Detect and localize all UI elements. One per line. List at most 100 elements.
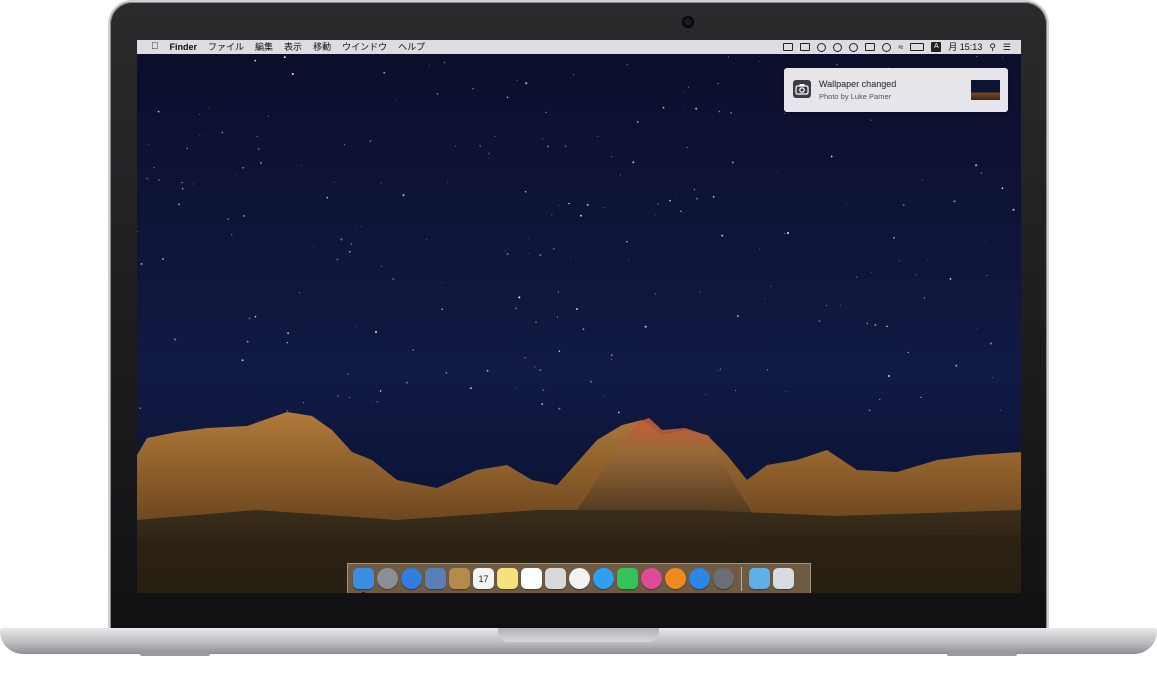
star bbox=[283, 56, 286, 59]
lid-opening-notch bbox=[498, 628, 659, 642]
star bbox=[784, 113, 786, 115]
menu-help[interactable]: ヘルプ bbox=[398, 40, 425, 54]
dock-downloads-icon[interactable] bbox=[749, 568, 770, 589]
star bbox=[337, 395, 339, 397]
menu-app-name[interactable]: Finder bbox=[170, 40, 198, 54]
star bbox=[441, 308, 443, 311]
star bbox=[684, 106, 685, 108]
star bbox=[246, 340, 249, 343]
star bbox=[524, 191, 527, 193]
menu-view[interactable]: 表示 bbox=[284, 40, 302, 54]
star bbox=[579, 214, 583, 217]
search-icon[interactable]: ⚲ bbox=[989, 40, 996, 54]
battery-small-icon[interactable] bbox=[800, 43, 811, 51]
star bbox=[375, 331, 377, 333]
menu-clock[interactable]: 月 15:13 bbox=[948, 40, 982, 54]
notification-title: Wallpaper changed bbox=[819, 79, 897, 89]
dock-finder-icon[interactable] bbox=[353, 568, 374, 593]
star bbox=[611, 155, 613, 157]
star bbox=[870, 119, 872, 121]
star bbox=[786, 232, 790, 235]
camera-icon bbox=[793, 80, 811, 98]
camera-icon[interactable] bbox=[817, 42, 827, 52]
star bbox=[628, 259, 630, 261]
input-source-indicator[interactable]: A bbox=[931, 42, 942, 52]
star bbox=[575, 308, 578, 310]
star bbox=[718, 110, 721, 113]
dock-ibooks-icon[interactable] bbox=[665, 568, 686, 589]
star bbox=[406, 382, 408, 384]
star bbox=[830, 155, 833, 158]
star bbox=[267, 115, 269, 117]
dock-reminders-icon[interactable] bbox=[521, 568, 542, 589]
dock-itunes-icon[interactable] bbox=[641, 568, 662, 589]
apple-icon[interactable]:  bbox=[151, 40, 159, 54]
star bbox=[242, 167, 244, 169]
dock-system-preferences-icon[interactable] bbox=[713, 568, 734, 589]
list-icon[interactable]: ☰ bbox=[1003, 40, 1011, 54]
dock-safari-icon[interactable] bbox=[401, 568, 422, 589]
desktop-screen:  Finder ファイル 編集 表示 移動 ウインドウ ヘルプ ≈ A 月 1… bbox=[137, 40, 1021, 593]
star bbox=[379, 390, 382, 392]
star bbox=[731, 161, 734, 164]
star bbox=[976, 56, 978, 58]
dock-launchpad-icon[interactable] bbox=[377, 568, 398, 589]
star bbox=[488, 157, 489, 159]
dock-messages-icon[interactable] bbox=[593, 568, 614, 589]
dock-calendar-icon[interactable]: 17 bbox=[473, 568, 494, 589]
star bbox=[784, 232, 785, 234]
menu-file[interactable]: ファイル bbox=[208, 40, 244, 54]
desktop-wallpaper bbox=[137, 40, 1021, 593]
settings-icon[interactable] bbox=[849, 42, 859, 52]
star bbox=[617, 411, 620, 414]
menu-edit[interactable]: 編集 bbox=[255, 40, 273, 54]
menu-go[interactable]: 移動 bbox=[313, 40, 331, 54]
dock-app-store-icon[interactable] bbox=[689, 568, 710, 589]
star bbox=[920, 396, 922, 398]
star bbox=[516, 79, 518, 81]
star bbox=[376, 401, 378, 403]
star bbox=[986, 274, 988, 276]
dock-preview-icon[interactable] bbox=[425, 568, 446, 589]
dock-photo-booth-icon[interactable] bbox=[545, 568, 566, 589]
star bbox=[372, 399, 374, 401]
star bbox=[1001, 187, 1004, 190]
star bbox=[992, 377, 994, 379]
star bbox=[488, 152, 490, 155]
screen-mirror-icon[interactable] bbox=[783, 43, 794, 51]
star bbox=[603, 395, 605, 396]
star bbox=[886, 325, 888, 328]
star bbox=[153, 166, 155, 169]
star bbox=[785, 391, 786, 392]
star bbox=[559, 204, 560, 206]
half-circle-icon[interactable] bbox=[882, 42, 892, 52]
star bbox=[241, 359, 244, 362]
running-indicator bbox=[362, 592, 365, 593]
dock-contacts-icon[interactable] bbox=[449, 568, 470, 589]
star bbox=[826, 305, 828, 306]
star bbox=[516, 386, 518, 388]
star bbox=[455, 145, 456, 147]
menu-window[interactable]: ウインドウ bbox=[342, 40, 387, 54]
dock-photos-icon[interactable] bbox=[569, 568, 590, 589]
star bbox=[286, 410, 289, 412]
star bbox=[494, 135, 496, 138]
paw-icon[interactable] bbox=[833, 42, 843, 52]
battery-icon[interactable] bbox=[910, 43, 925, 51]
star bbox=[146, 177, 149, 180]
star bbox=[696, 197, 699, 200]
star bbox=[874, 324, 877, 326]
star bbox=[444, 62, 446, 64]
wifi-icon[interactable]: ≈ bbox=[898, 40, 903, 54]
dock-notes-icon[interactable] bbox=[497, 568, 518, 589]
notification-thumbnail bbox=[971, 80, 1000, 100]
star bbox=[597, 136, 599, 137]
wallpaper-notification[interactable]: Wallpaper changed Photo by Luke Pamer bbox=[784, 68, 1008, 112]
dock-trash-icon[interactable] bbox=[773, 568, 794, 589]
box-icon[interactable] bbox=[865, 43, 876, 51]
foot-right bbox=[947, 652, 1017, 656]
star bbox=[383, 71, 386, 74]
dock-facetime-icon[interactable] bbox=[617, 568, 638, 589]
star bbox=[770, 285, 772, 287]
star bbox=[1002, 57, 1003, 59]
